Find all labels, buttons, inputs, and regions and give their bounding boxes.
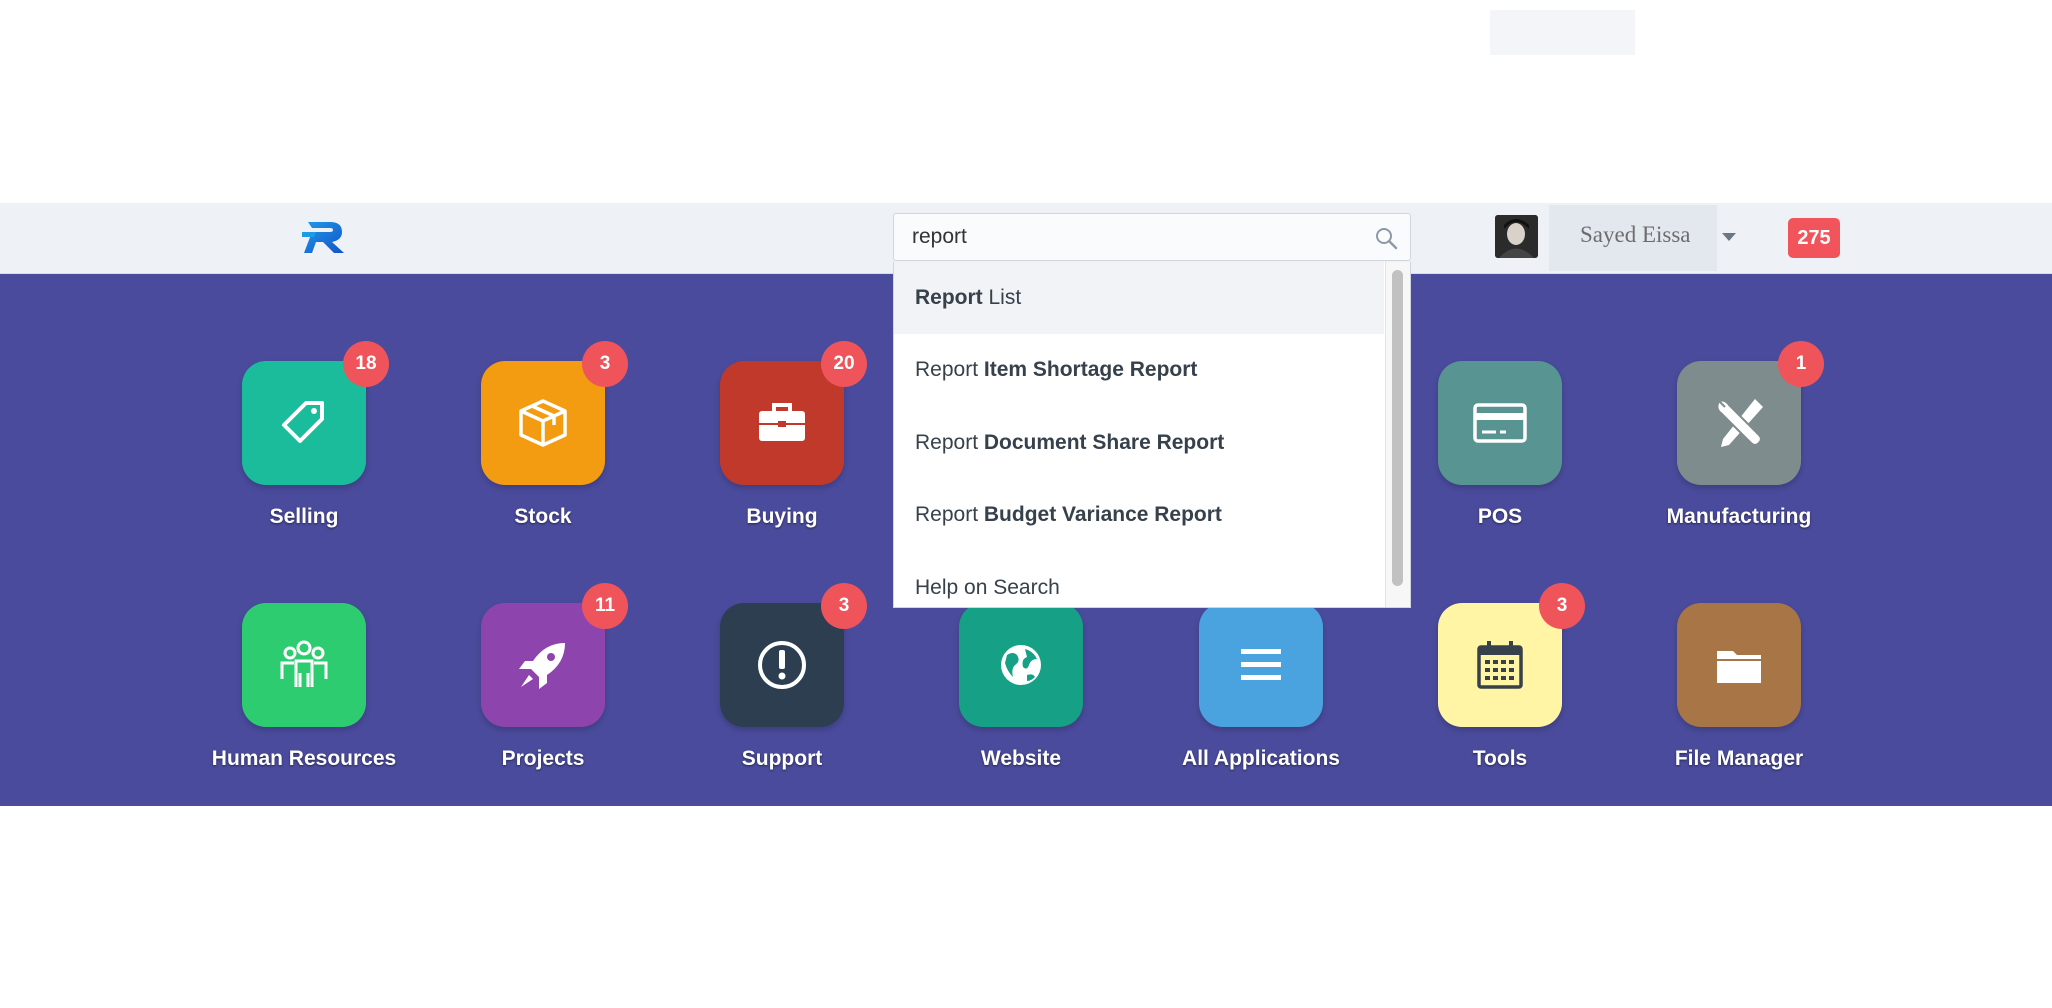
folder-icon bbox=[1717, 651, 1761, 683]
search-result-item[interactable]: Report Item Shortage Report bbox=[894, 334, 1384, 406]
caret-down-icon[interactable] bbox=[1722, 233, 1736, 241]
top-placeholder-box bbox=[1490, 10, 1635, 55]
selling-tile-icon[interactable] bbox=[242, 361, 366, 485]
all-applications-tile-icon[interactable] bbox=[1199, 603, 1323, 727]
pos-tile-icon[interactable] bbox=[1438, 361, 1562, 485]
briefcase-icon bbox=[759, 403, 805, 441]
app-tile-website[interactable]: Website bbox=[897, 603, 1137, 803]
tag-icon bbox=[282, 401, 324, 443]
app-logo[interactable] bbox=[302, 220, 346, 254]
app-tile-all-applications[interactable]: All Applications bbox=[1137, 603, 1377, 803]
search-result-item[interactable]: Report List bbox=[894, 262, 1384, 334]
notification-badge: 20 bbox=[821, 341, 867, 387]
search-help-item[interactable]: Help on Search bbox=[894, 552, 1384, 607]
calendar-icon bbox=[1477, 641, 1523, 689]
app-label: Buying bbox=[746, 505, 818, 528]
app-tile-pos[interactable]: POS bbox=[1376, 361, 1616, 561]
notification-badge: 1 bbox=[1778, 341, 1824, 387]
app-label: File Manager bbox=[1674, 747, 1804, 770]
buying-tile-icon[interactable] bbox=[720, 361, 844, 485]
manufacturing-tile-icon[interactable] bbox=[1677, 361, 1801, 485]
app-tile-selling[interactable]: 18 Selling bbox=[180, 341, 420, 561]
tools-icon bbox=[1716, 399, 1763, 447]
app-tile-support[interactable]: 3 Support bbox=[658, 583, 898, 803]
scrollbar-thumb[interactable] bbox=[1392, 270, 1403, 586]
search-result-item[interactable]: Report Document Share Report bbox=[894, 407, 1384, 479]
search-icon[interactable] bbox=[1374, 226, 1398, 250]
tools-tile-icon[interactable] bbox=[1438, 603, 1562, 727]
support-tile-icon[interactable] bbox=[720, 603, 844, 727]
avatar[interactable] bbox=[1495, 215, 1538, 258]
search-result-item[interactable]: Report Budget Variance Report bbox=[894, 479, 1384, 551]
app-tile-human-resources[interactable]: Human Resources bbox=[180, 603, 420, 803]
credit-card-icon bbox=[1473, 403, 1527, 443]
notification-badge: 3 bbox=[582, 341, 628, 387]
user-name[interactable]: Sayed Eissa bbox=[1580, 222, 1691, 248]
app-tile-projects[interactable]: 11 Projects bbox=[419, 583, 659, 803]
app-tile-tools[interactable]: 3 Tools bbox=[1376, 583, 1616, 803]
website-tile-icon[interactable] bbox=[959, 603, 1083, 727]
people-icon bbox=[280, 640, 328, 687]
notification-badge: 11 bbox=[582, 583, 628, 629]
rocket-icon bbox=[519, 643, 565, 689]
search-results-dropdown: Report List Report Item Shortage Report … bbox=[893, 262, 1411, 608]
projects-tile-icon[interactable] bbox=[481, 603, 605, 727]
human-resources-tile-icon[interactable] bbox=[242, 603, 366, 727]
notification-badge: 18 bbox=[343, 341, 389, 387]
stock-tile-icon[interactable] bbox=[481, 361, 605, 485]
notification-badge: 3 bbox=[1539, 583, 1585, 629]
box-icon bbox=[519, 399, 567, 447]
dropdown-scrollbar[interactable] bbox=[1385, 262, 1410, 607]
app-label: Manufacturing bbox=[1666, 505, 1812, 528]
file-manager-tile-icon[interactable] bbox=[1677, 603, 1801, 727]
app-tile-stock[interactable]: 3 Stock bbox=[419, 341, 659, 561]
notification-badge: 3 bbox=[821, 583, 867, 629]
exclamation-icon bbox=[758, 641, 806, 689]
globe-icon bbox=[1001, 645, 1041, 685]
notifications-badge[interactable]: 275 bbox=[1788, 218, 1840, 258]
app-tile-file-manager[interactable]: File Manager bbox=[1615, 603, 1855, 803]
app-tile-buying[interactable]: 20 Buying bbox=[658, 341, 898, 561]
list-icon bbox=[1241, 649, 1281, 680]
app-tile-manufacturing[interactable]: 1 Manufacturing bbox=[1615, 341, 1855, 561]
awesome-bar bbox=[893, 213, 1411, 261]
search-input[interactable] bbox=[894, 214, 1354, 260]
